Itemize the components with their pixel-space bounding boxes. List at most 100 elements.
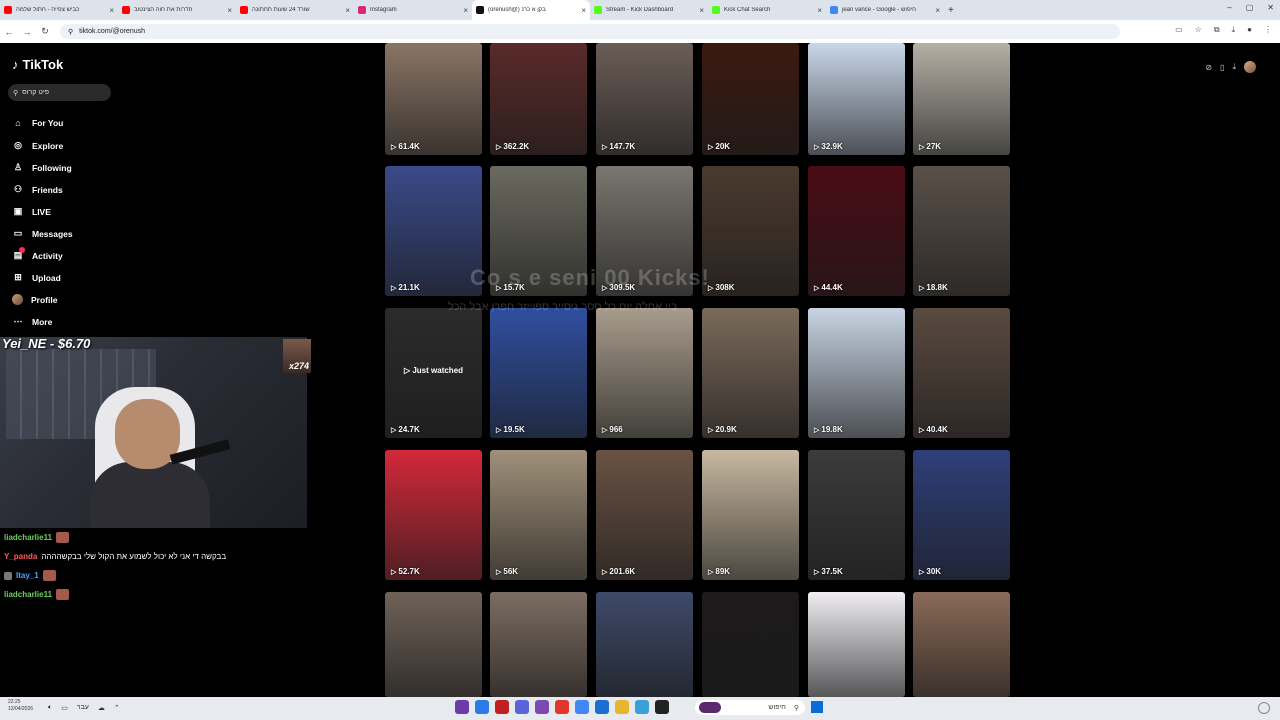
chat-username[interactable]: Y_panda — [4, 552, 37, 561]
start-button[interactable] — [811, 701, 823, 713]
tab-close-icon[interactable]: × — [935, 6, 940, 15]
tab-close-icon[interactable]: × — [345, 6, 350, 15]
chat-username[interactable]: liadcharlie11 — [4, 590, 52, 599]
browser-tab[interactable]: jean vance - Google - חיפוש × — [826, 0, 944, 20]
video-card[interactable] — [913, 592, 1010, 697]
chat-username[interactable]: Itay_1 — [16, 571, 39, 580]
tab-close-icon[interactable]: × — [817, 6, 822, 15]
video-card[interactable]: ▷ 20.9K — [702, 308, 799, 438]
video-card[interactable]: ▷ 308K — [702, 166, 799, 296]
sidebar-item-live[interactable]: ▣ LIVE — [12, 206, 51, 217]
video-card[interactable]: ▷ Just watched ▷ 24.7K — [385, 308, 482, 438]
chat-username[interactable]: liadcharlie11 — [4, 533, 52, 542]
tiktok-logo[interactable]: ♪ TikTok — [12, 57, 63, 72]
taskbar-app-icon[interactable] — [495, 700, 509, 714]
download-app-icon[interactable]: ⤓ — [1232, 62, 1236, 72]
close-icon[interactable]: ✕ — [1267, 3, 1274, 12]
video-card[interactable]: ▷ 147.7K — [596, 43, 693, 155]
taskbar-app-icon[interactable] — [595, 700, 609, 714]
browser-tab[interactable]: (orenush@) בקן א כרנ × — [472, 0, 590, 20]
video-card[interactable]: ▷ 52.7K — [385, 450, 482, 580]
taskbar-app-icon[interactable] — [615, 700, 629, 714]
volume-icon[interactable]: 🔈︎ — [48, 704, 52, 712]
sidebar-item-activity[interactable]: ▤ Activity — [12, 247, 63, 261]
video-card[interactable]: ▷ 18.8K — [913, 166, 1010, 296]
menu-icon[interactable]: ⋮ — [1264, 25, 1272, 35]
video-card[interactable]: ▷ 40.4K — [913, 308, 1010, 438]
extensions-icon[interactable]: ⧉ — [1214, 25, 1220, 35]
browser-tab[interactable]: כביש צפייה - חתול שלמה × — [0, 0, 118, 20]
video-card[interactable]: ▷ 32.9K — [808, 43, 905, 155]
sidebar-item-friends[interactable]: ⚇ Friends — [12, 184, 63, 195]
reload-icon[interactable]: ↻ — [36, 26, 54, 37]
back-icon[interactable]: ← — [0, 27, 18, 37]
compass-small-icon[interactable]: ⊘ — [1205, 63, 1212, 72]
browser-tab[interactable]: שורד 24 שעות תחתונה × — [236, 0, 354, 20]
phone-icon[interactable]: ▯ — [1220, 63, 1224, 72]
profile-icon[interactable]: ● — [1247, 25, 1252, 35]
taskbar-app-icon[interactable] — [515, 700, 529, 714]
video-card[interactable]: ▷ 201.6K — [596, 450, 693, 580]
taskbar-clock[interactable]: 22:25 12/04/2026 — [8, 699, 33, 713]
download-icon[interactable]: ⤓ — [1232, 25, 1236, 35]
video-card[interactable]: ▷ 362.2K — [490, 43, 587, 155]
notification-icon[interactable] — [1258, 702, 1270, 714]
taskbar-app-icon[interactable] — [455, 700, 469, 714]
sidebar-item-profile[interactable]: Profile — [12, 294, 57, 305]
network-icon[interactable]: ▭ — [61, 704, 68, 712]
taskbar-search[interactable]: חיפוש ⚲ — [695, 700, 805, 715]
profile-avatar[interactable] — [1244, 61, 1256, 73]
video-card[interactable] — [702, 592, 799, 697]
cloud-icon[interactable]: ☁︎ — [98, 704, 105, 712]
play-icon: ▷ — [602, 568, 608, 576]
sidebar-item-for-you[interactable]: ⌂ For You — [12, 118, 63, 128]
browser-tab[interactable]: Kick Chat Search × — [708, 0, 826, 20]
video-card[interactable] — [490, 592, 587, 697]
video-card[interactable]: ▷ 27K — [913, 43, 1010, 155]
tab-close-icon[interactable]: × — [109, 6, 114, 15]
browser-tab[interactable]: חדרות את חוה הצינטוב × — [118, 0, 236, 20]
taskbar-app-icon[interactable] — [555, 700, 569, 714]
language-indicator[interactable]: עבר — [77, 704, 89, 712]
browser-tab[interactable]: Instagram × — [354, 0, 472, 20]
sidebar-item-more[interactable]: ⋯ More — [12, 316, 53, 327]
taskbar-app-icon[interactable] — [655, 700, 669, 714]
video-card[interactable]: ▷ 21.1K — [385, 166, 482, 296]
sidebar-item-upload[interactable]: ⊞ Upload — [12, 272, 61, 283]
taskbar-app-icon[interactable] — [635, 700, 649, 714]
site-info-icon[interactable]: ⚲ — [68, 28, 73, 36]
video-card[interactable]: ▷ 30K — [913, 450, 1010, 580]
video-card[interactable]: ▷ 966 — [596, 308, 693, 438]
browser-tab[interactable]: Stream - Kick Dashboard × — [590, 0, 708, 20]
tab-close-icon[interactable]: × — [463, 6, 468, 15]
video-card[interactable] — [808, 592, 905, 697]
new-tab-button[interactable]: + — [948, 5, 954, 16]
sidebar-item-following[interactable]: ♙ Following — [12, 162, 72, 173]
forward-icon[interactable]: → — [18, 27, 36, 37]
maximize-icon[interactable]: ▢ — [1246, 3, 1254, 12]
video-card[interactable] — [385, 592, 482, 697]
video-card[interactable]: ▷ 20K — [702, 43, 799, 155]
minimize-icon[interactable]: – — [1227, 3, 1231, 12]
video-card[interactable]: ▷ 56K — [490, 450, 587, 580]
taskbar-app-icon[interactable] — [575, 700, 589, 714]
video-card[interactable]: ▷ 19.5K — [490, 308, 587, 438]
sidebar-item-messages[interactable]: ▭ Messages — [12, 228, 73, 239]
search-input[interactable]: ⚲ פיט קרוס — [8, 84, 111, 101]
bookmark-star-icon[interactable]: ☆ — [1195, 25, 1202, 35]
tab-close-icon[interactable]: × — [699, 6, 704, 15]
url-field[interactable]: ⚲ tiktok.com/@orenush — [60, 24, 1120, 39]
sidebar-item-explore[interactable]: ◎ Explore — [12, 140, 63, 151]
video-card[interactable]: ▷ 37.5K — [808, 450, 905, 580]
video-card[interactable]: ▷ 44.4K — [808, 166, 905, 296]
video-card[interactable]: ▷ 89K — [702, 450, 799, 580]
video-card[interactable]: ▷ 61.4K — [385, 43, 482, 155]
video-card[interactable]: ▷ 19.8K — [808, 308, 905, 438]
cast-icon[interactable]: ▭ — [1175, 25, 1183, 35]
chevron-up-icon[interactable]: ⌃ — [114, 704, 120, 712]
tab-close-icon[interactable]: × — [581, 6, 586, 15]
taskbar-app-icon[interactable] — [475, 700, 489, 714]
taskbar-app-icon[interactable] — [535, 700, 549, 714]
video-card[interactable] — [596, 592, 693, 697]
tab-close-icon[interactable]: × — [227, 6, 232, 15]
